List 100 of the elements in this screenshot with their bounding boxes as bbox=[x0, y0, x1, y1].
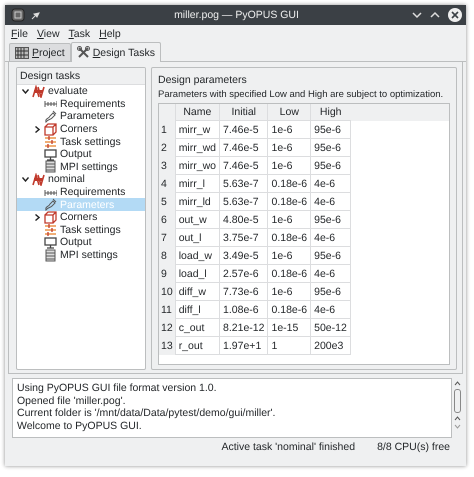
table-cell[interactable]: mirr_wd bbox=[175, 138, 220, 156]
tab[interactable]: Design Tasks bbox=[70, 42, 161, 62]
row-header[interactable]: 1 bbox=[159, 120, 176, 138]
tree-item[interactable]: nominal bbox=[17, 173, 145, 186]
table-cell[interactable]: 0.18e-6 bbox=[268, 300, 311, 318]
table-cell[interactable]: 0.18e-6 bbox=[268, 264, 311, 282]
column-header[interactable]: High bbox=[310, 104, 350, 120]
table-cell[interactable]: mirr_ld bbox=[175, 192, 220, 210]
row-header[interactable]: 6 bbox=[159, 210, 176, 228]
close-icon[interactable] bbox=[448, 8, 462, 22]
column-header[interactable]: Name bbox=[175, 104, 220, 120]
pin-icon[interactable] bbox=[31, 10, 41, 20]
table-cell[interactable]: out_l bbox=[175, 228, 220, 246]
table-cell[interactable]: load_w bbox=[175, 246, 220, 264]
menu-item[interactable]: File bbox=[11, 28, 28, 40]
table-cell[interactable]: 3.75e-7 bbox=[220, 228, 268, 246]
tree-item[interactable]: Requirements bbox=[17, 186, 145, 198]
menu-item[interactable]: View bbox=[36, 28, 60, 40]
tree-item[interactable]: Corners bbox=[17, 122, 145, 136]
table-cell[interactable]: 8.21e-12 bbox=[220, 318, 268, 336]
monitor-icon bbox=[44, 236, 57, 249]
tree-item[interactable]: MPI settings bbox=[17, 160, 145, 174]
row-header[interactable]: 12 bbox=[159, 318, 176, 336]
tree-item[interactable]: Task settings bbox=[17, 224, 145, 236]
table-cell[interactable]: 50e-12 bbox=[310, 318, 350, 336]
table-cell[interactable]: 5.63e-7 bbox=[220, 192, 268, 210]
table-cell[interactable]: mirr_l bbox=[175, 174, 220, 192]
table-cell[interactable]: 95e-6 bbox=[310, 156, 350, 174]
row-header[interactable]: 8 bbox=[159, 246, 176, 264]
table-cell[interactable]: mirr_wo bbox=[175, 156, 220, 174]
tab[interactable]: Project bbox=[9, 43, 71, 61]
table-cell[interactable]: 95e-6 bbox=[310, 282, 350, 300]
tree-item[interactable]: Task settings bbox=[17, 135, 145, 148]
table-cell[interactable]: 2.57e-6 bbox=[220, 264, 268, 282]
table-cell[interactable]: load_l bbox=[175, 264, 220, 282]
row-header[interactable]: 11 bbox=[159, 300, 176, 318]
table-cell[interactable]: 0.18e-6 bbox=[268, 192, 311, 210]
scroll-up-icon[interactable] bbox=[454, 381, 461, 386]
scroll-up-icon[interactable] bbox=[454, 416, 461, 421]
table-cell[interactable]: 1.08e-6 bbox=[220, 300, 268, 318]
tree-item[interactable]: Output bbox=[17, 236, 145, 249]
minimize-icon[interactable] bbox=[412, 11, 422, 19]
table-cell[interactable]: 7.46e-5 bbox=[220, 138, 268, 156]
status-text: Active task 'nominal' finished bbox=[221, 441, 356, 453]
table-cell[interactable]: 1e-15 bbox=[268, 318, 311, 336]
table-cell[interactable]: 95e-6 bbox=[310, 120, 350, 138]
table-cell[interactable]: 0.18e-6 bbox=[268, 174, 311, 192]
table-cell[interactable]: out_w bbox=[175, 210, 220, 228]
table-cell[interactable]: 4e-6 bbox=[310, 192, 350, 210]
tree-item[interactable]: Corners bbox=[17, 210, 145, 224]
table-cell[interactable]: r_out bbox=[175, 336, 220, 354]
table-cell[interactable]: 4.80e-5 bbox=[220, 210, 268, 228]
cube-icon bbox=[44, 210, 57, 224]
app-icon[interactable] bbox=[11, 8, 25, 22]
table-cell[interactable]: c_out bbox=[175, 318, 220, 336]
row-header[interactable]: 4 bbox=[159, 174, 176, 192]
log-line: Opened file 'miller.pog'. bbox=[17, 394, 126, 407]
table-cell[interactable]: 200e3 bbox=[310, 336, 350, 354]
table-cell[interactable]: 4e-6 bbox=[310, 228, 350, 246]
table-cell[interactable]: 3.49e-5 bbox=[220, 246, 268, 264]
tree-item[interactable]: Requirements bbox=[17, 98, 145, 110]
menu-item[interactable]: Help bbox=[99, 28, 121, 40]
row-header[interactable]: 3 bbox=[159, 156, 176, 174]
row-header[interactable]: 13 bbox=[159, 336, 176, 354]
table-cell[interactable]: 95e-6 bbox=[310, 246, 350, 264]
table-cell[interactable]: mirr_w bbox=[175, 120, 220, 138]
row-header[interactable]: 7 bbox=[159, 228, 176, 246]
table-cell[interactable]: 95e-6 bbox=[310, 138, 350, 156]
table-cell[interactable]: 1e-6 bbox=[268, 210, 311, 228]
tree-item[interactable]: MPI settings bbox=[17, 248, 145, 262]
table-cell[interactable]: 4e-6 bbox=[310, 300, 350, 318]
maximize-icon[interactable] bbox=[430, 11, 440, 19]
table-cell[interactable]: 7.46e-5 bbox=[220, 120, 268, 138]
table-cell[interactable]: 1e-6 bbox=[268, 138, 311, 156]
table-cell[interactable]: 5.63e-7 bbox=[220, 174, 268, 192]
table-cell[interactable]: 1.97e+1 bbox=[220, 336, 268, 354]
table-cell[interactable]: 7.46e-5 bbox=[220, 156, 268, 174]
column-header[interactable]: Initial bbox=[220, 104, 268, 120]
table-cell[interactable]: 1e-6 bbox=[268, 246, 311, 264]
table-cell[interactable]: 4e-6 bbox=[310, 174, 350, 192]
table-cell[interactable]: 1e-6 bbox=[268, 156, 311, 174]
table-cell[interactable]: 7.73e-6 bbox=[220, 282, 268, 300]
row-header[interactable]: 2 bbox=[159, 138, 176, 156]
grid-icon bbox=[15, 46, 29, 58]
table-cell[interactable]: diff_l bbox=[175, 300, 220, 318]
table-cell[interactable]: 95e-6 bbox=[310, 210, 350, 228]
tree-item[interactable]: Parameters bbox=[17, 110, 145, 123]
row-header[interactable]: 5 bbox=[159, 192, 176, 210]
menu-item[interactable]: Task bbox=[68, 28, 90, 40]
row-header[interactable]: 10 bbox=[159, 282, 176, 300]
table-cell[interactable]: diff_w bbox=[175, 282, 220, 300]
column-header[interactable]: Low bbox=[268, 104, 311, 120]
table-cell[interactable]: 4e-6 bbox=[310, 264, 350, 282]
tree-item[interactable]: Output bbox=[17, 148, 145, 161]
table-cell[interactable]: 1e-6 bbox=[268, 282, 311, 300]
table-cell[interactable]: 1 bbox=[268, 336, 311, 354]
row-header[interactable]: 9 bbox=[159, 264, 176, 282]
table-cell[interactable]: 1e-6 bbox=[268, 120, 311, 138]
table-cell[interactable]: 0.18e-6 bbox=[268, 228, 311, 246]
tree-item[interactable]: evaluate bbox=[17, 85, 145, 98]
